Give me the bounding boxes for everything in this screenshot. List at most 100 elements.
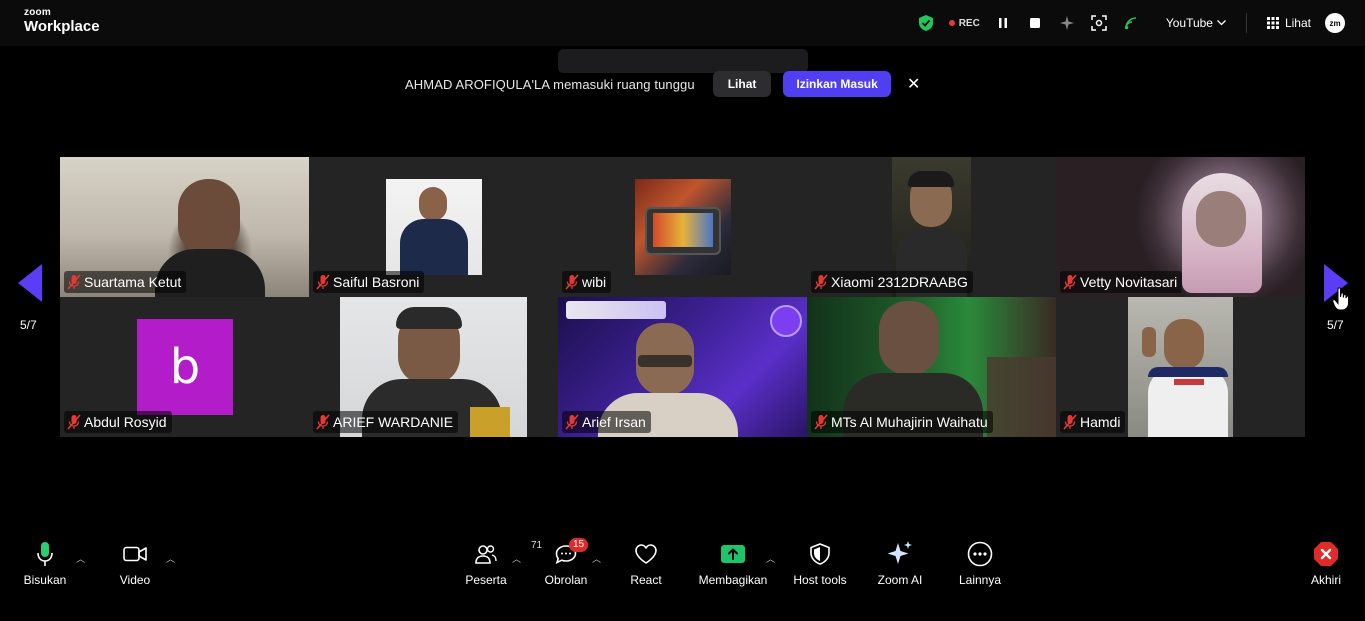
- participant-name-tag: ARIEF WARDANIE: [313, 411, 459, 433]
- participant-photo: [635, 179, 731, 275]
- grid-icon: [1266, 17, 1279, 29]
- muted-mic-icon: [316, 274, 330, 290]
- host-tools-label: Host tools: [793, 573, 847, 587]
- pause-recording-icon[interactable]: [994, 14, 1012, 32]
- chevron-down-icon: [1217, 20, 1226, 26]
- recording-dot-icon: [948, 20, 955, 26]
- zoom-ai-label: Zoom AI: [877, 573, 923, 587]
- participant-tile[interactable]: ARIEF WARDANIE: [309, 297, 558, 437]
- more-ellipsis-icon: [967, 540, 993, 568]
- ai-sparkle-icon: [886, 540, 914, 568]
- participant-video: [1128, 297, 1233, 437]
- hand-cursor-icon: [1332, 287, 1349, 311]
- focus-scan-icon[interactable]: [1090, 14, 1108, 32]
- share-screen-button[interactable]: Membagikan: [688, 540, 778, 587]
- muted-mic-icon: [814, 414, 828, 430]
- view-waiting-room-button[interactable]: Lihat: [712, 71, 772, 97]
- view-layout-button[interactable]: Lihat: [1266, 16, 1311, 30]
- participant-tile[interactable]: Arief Irsan: [558, 297, 807, 437]
- participant-tile[interactable]: b Abdul Rosyid: [60, 297, 309, 437]
- participants-label: Peserta: [465, 573, 507, 587]
- participant-tile[interactable]: Suartama Ketut: [60, 157, 309, 297]
- youtube-label: YouTube: [1165, 16, 1213, 30]
- muted-mic-icon: [316, 414, 330, 430]
- recording-indicator: REC: [948, 17, 980, 29]
- rec-label: REC: [958, 17, 980, 29]
- chat-options-chevron-icon[interactable]: ︿: [592, 552, 601, 565]
- muted-mic-icon: [67, 274, 81, 290]
- close-icon[interactable]: ✕: [907, 74, 921, 94]
- logo-brand-small: zoom: [24, 7, 51, 18]
- participant-name: Hamdi: [1080, 414, 1121, 430]
- chat-bubble-icon: 15: [555, 538, 589, 568]
- participant-name-tag: Hamdi: [1060, 411, 1126, 433]
- share-options-chevron-icon[interactable]: ︿: [766, 552, 775, 565]
- more-label: Lainnya: [958, 573, 1002, 587]
- participant-name-tag: MTs Al Muhajirin Waihatu: [811, 411, 993, 433]
- logo-brand-large: Workplace: [24, 18, 100, 35]
- end-meeting-button[interactable]: Akhiri: [1281, 540, 1365, 587]
- end-meeting-icon: [1313, 540, 1339, 568]
- participant-name: Saiful Basroni: [333, 274, 420, 290]
- topbar-divider: [1245, 13, 1247, 33]
- video-options-chevron-icon[interactable]: ︿: [166, 552, 175, 565]
- participant-name-tag: wibi: [562, 271, 612, 293]
- react-button[interactable]: React: [601, 540, 691, 587]
- chat-label: Obrolan: [544, 573, 588, 587]
- host-tools-button[interactable]: Host tools: [775, 540, 865, 587]
- participant-name: MTs Al Muhajirin Waihatu: [831, 414, 988, 430]
- avatar-letter: b: [169, 339, 201, 395]
- muted-mic-icon: [1063, 274, 1077, 290]
- participant-name: Xiaomi 2312DRAABG: [831, 274, 968, 290]
- video-camera-icon: [123, 540, 147, 568]
- mute-label: Bisukan: [23, 573, 67, 587]
- chat-unread-badge: 15: [569, 538, 589, 552]
- participant-name: Arief Irsan: [582, 414, 646, 430]
- react-label: React: [630, 573, 662, 587]
- admit-button[interactable]: Izinkan Masuk: [783, 71, 891, 97]
- participant-tile[interactable]: MTs Al Muhajirin Waihatu: [807, 297, 1056, 437]
- muted-mic-icon: [67, 414, 81, 430]
- zoom-ai-button[interactable]: Zoom AI: [855, 540, 945, 587]
- participant-name: wibi: [582, 274, 607, 290]
- audio-options-chevron-icon[interactable]: ︿: [76, 552, 85, 565]
- participant-name: Suartama Ketut: [84, 274, 182, 290]
- page-indicator-left: 5/7: [20, 318, 37, 332]
- participant-name-tag: Saiful Basroni: [313, 271, 425, 293]
- participant-tile[interactable]: Hamdi: [1056, 297, 1305, 437]
- participant-tile[interactable]: wibi: [558, 157, 807, 297]
- end-label: Akhiri: [1310, 573, 1341, 587]
- participant-tile[interactable]: Saiful Basroni: [309, 157, 558, 297]
- heart-icon: [634, 540, 658, 568]
- microphone-icon: [36, 540, 54, 568]
- page-indicator-right: 5/7: [1327, 318, 1344, 332]
- participant-tile[interactable]: Xiaomi 2312DRAABG: [807, 157, 1056, 297]
- share-screen-icon: [720, 540, 746, 568]
- participants-options-chevron-icon[interactable]: ︿: [512, 552, 521, 565]
- shield-check-icon[interactable]: [917, 14, 935, 32]
- top-bar: zoom Workplace REC YouTube Lihat zm: [0, 0, 1365, 46]
- notification-message: AHMAD AROFIQULA'LA memasuki ruang tunggu: [405, 76, 695, 92]
- muted-mic-icon: [565, 414, 579, 430]
- participant-name: ARIEF WARDANIE: [333, 414, 454, 430]
- participant-name: Abdul Rosyid: [84, 414, 167, 430]
- participant-avatar: b: [137, 319, 233, 415]
- participant-name-tag: Vetty Novitasari: [1060, 271, 1183, 293]
- stop-recording-icon[interactable]: [1026, 14, 1044, 32]
- participant-tile[interactable]: Vetty Novitasari: [1056, 157, 1305, 297]
- host-shield-icon: [810, 540, 830, 568]
- waiting-room-notification: AHMAD AROFIQULA'LA memasuki ruang tunggu…: [405, 70, 921, 98]
- participant-name: Vetty Novitasari: [1080, 274, 1178, 290]
- more-button[interactable]: Lainnya: [935, 540, 1025, 587]
- connection-signal-icon[interactable]: [1122, 14, 1140, 32]
- share-label: Membagikan: [698, 573, 768, 587]
- view-label: Lihat: [1284, 16, 1311, 30]
- account-avatar[interactable]: zm: [1325, 13, 1345, 33]
- previous-page-arrow-icon[interactable]: [18, 264, 42, 302]
- participant-name-tag: Abdul Rosyid: [64, 411, 172, 433]
- meeting-controls-toolbar: Bisukan ︿ Video ︿ 71 Peserta ︿ 15 Obrola…: [0, 538, 1365, 598]
- livestream-youtube-dropdown[interactable]: YouTube: [1166, 16, 1226, 30]
- participant-name-tag: Xiaomi 2312DRAABG: [811, 271, 973, 293]
- muted-mic-icon: [1063, 414, 1077, 430]
- ai-sparkle-icon[interactable]: [1058, 14, 1076, 32]
